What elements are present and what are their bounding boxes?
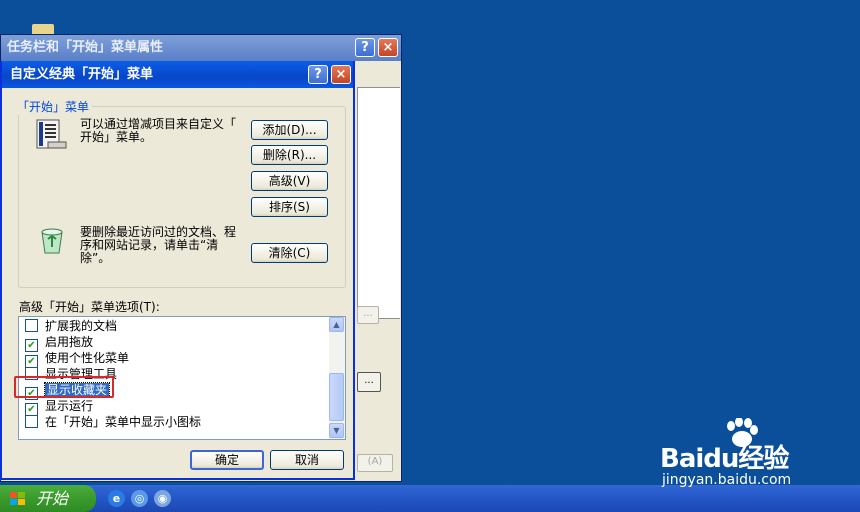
taskbar: 开始 e ◎ ◉	[0, 485, 860, 512]
dialog-title: 自定义经典「开始」菜单	[10, 67, 154, 82]
advanced-options-label: 高级「开始」菜单选项(T):	[19, 300, 160, 314]
option-label: 在「开始」菜单中显示小图标	[45, 415, 202, 429]
scroll-down-button[interactable]: ▼	[329, 423, 344, 438]
add-button[interactable]: 添加(D)...	[251, 120, 328, 140]
option-small-icons[interactable]: 在「开始」菜单中显示小图标	[25, 414, 201, 430]
clear-description-line3: 除”。	[80, 251, 111, 265]
back-help-button[interactable]: ?	[355, 38, 375, 57]
clear-button[interactable]: 清除(C)	[251, 243, 328, 263]
start-menu-icon	[36, 118, 68, 150]
back-window-titlebar[interactable]: 任务栏和「开始」菜单属性 ? ×	[1, 35, 401, 61]
remove-button[interactable]: 删除(R)...	[251, 145, 328, 165]
option-expand-my-documents[interactable]: 扩展我的文档	[25, 318, 117, 334]
watermark-brand: Baidu经验	[660, 444, 789, 474]
back-window-title: 任务栏和「开始」菜单属性	[7, 40, 164, 55]
option-label: 使用个性化菜单	[45, 351, 130, 365]
messenger-icon[interactable]: ◉	[154, 490, 171, 507]
scroll-up-button[interactable]: ▲	[329, 317, 344, 332]
option-label: 启用拖放	[45, 335, 94, 349]
start-button[interactable]: 开始	[0, 485, 96, 512]
options-scrollbar[interactable]: ▲ ▼	[329, 317, 345, 439]
back-close-button[interactable]: ×	[378, 38, 398, 57]
option-label: 显示运行	[45, 399, 94, 413]
media-icon[interactable]: ◎	[131, 490, 148, 507]
scroll-thumb[interactable]	[329, 373, 344, 421]
back-apply-button[interactable]: (A)	[357, 454, 393, 472]
advanced-button[interactable]: 高级(V)	[251, 171, 328, 191]
customize-classic-start-menu-dialog: 自定义经典「开始」菜单 ? × 「开始」菜单 可以通过增减项目来自定义「 开始」…	[0, 61, 355, 480]
option-personalized-menus[interactable]: ✔ 使用个性化菜单	[25, 350, 130, 368]
recycle-bin-icon	[37, 225, 67, 255]
dialog-help-button[interactable]: ?	[308, 65, 328, 84]
customize-description-line2: 开始」菜单。	[80, 130, 153, 144]
cancel-button[interactable]: 取消	[270, 450, 344, 470]
ok-button[interactable]: 确定	[190, 450, 264, 470]
option-checkbox[interactable]	[25, 415, 38, 428]
ie-icon[interactable]: e	[108, 490, 125, 507]
back-preview-panel	[357, 87, 400, 319]
option-label: 扩展我的文档	[45, 319, 118, 333]
watermark-url: jingyan.baidu.com	[662, 472, 792, 488]
sort-button[interactable]: 排序(S)	[251, 197, 328, 217]
highlight-frame	[14, 376, 114, 398]
windows-logo-icon	[10, 492, 25, 505]
dialog-close-button[interactable]: ×	[331, 65, 351, 84]
start-label: 开始	[36, 489, 69, 508]
dialog-titlebar[interactable]: 自定义经典「开始」菜单	[2, 61, 353, 88]
back-browse-button[interactable]: ...	[357, 372, 381, 392]
back-customize-button[interactable]: ...	[357, 306, 379, 324]
start-menu-group-title: 「开始」菜单	[14, 98, 93, 115]
option-checkbox[interactable]	[25, 319, 38, 332]
option-enable-drag-drop[interactable]: ✔ 启用拖放	[25, 334, 94, 352]
option-show-run[interactable]: ✔ 显示运行	[25, 398, 94, 416]
